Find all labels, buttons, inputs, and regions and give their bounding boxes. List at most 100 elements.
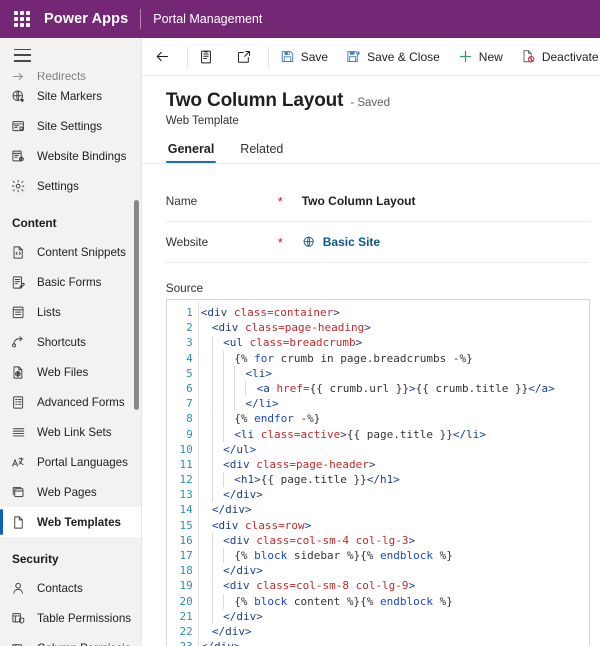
sidebar-item-web-templates[interactable]: Web Templates bbox=[0, 507, 141, 537]
sidebar-item-label: Basic Forms bbox=[37, 275, 102, 289]
editor-code-line: </div> bbox=[201, 487, 589, 503]
sidebar-item-redirects[interactable]: Redirects bbox=[0, 72, 141, 81]
save-button[interactable]: Save bbox=[271, 42, 337, 72]
lookup-value-link[interactable]: Basic Site bbox=[302, 235, 380, 249]
editor-line-number: 11 bbox=[179, 457, 193, 471]
editor-code-line: <div class=col-sm-4 col-lg-3> bbox=[201, 533, 589, 549]
editor-line-number: 19 bbox=[179, 579, 193, 593]
editor-line-number: 8 bbox=[186, 412, 193, 426]
sidebar-item-shortcuts[interactable]: Shortcuts bbox=[0, 327, 141, 357]
sidebar-item-contacts[interactable]: Contacts bbox=[0, 573, 141, 603]
sidebar-scroll-region: Redirects Site Markers Site Settings Websit… bbox=[0, 72, 141, 646]
command-label: Save & Close bbox=[367, 49, 440, 64]
editor-code-line: <h1>{{ page.title }}</h1> bbox=[201, 472, 589, 488]
person-icon bbox=[10, 580, 27, 597]
field-list: Name * Two Column Layout Website * Basic Site bbox=[165, 181, 590, 263]
language-icon bbox=[10, 454, 27, 471]
editor-code-line: {% endfor -%} bbox=[201, 411, 589, 427]
advanced-form-icon bbox=[10, 394, 27, 411]
editor-line-number: 14 bbox=[179, 503, 193, 517]
sidebar-item-web-link-sets[interactable]: Web Link Sets bbox=[0, 417, 141, 447]
sidebar-item-web-files[interactable]: Web Files bbox=[0, 357, 141, 387]
sidebar-item-basic-forms[interactable]: Basic Forms bbox=[0, 267, 141, 297]
editor-code-line: </div> bbox=[211, 624, 252, 638]
sidebar-item-table-permissions[interactable]: Table Permissions bbox=[0, 603, 141, 633]
sidebar-hamburger-row bbox=[0, 38, 141, 72]
sidebar-item-label: Column Permissio... bbox=[37, 642, 141, 646]
sidebar-item-label: Shortcuts bbox=[37, 335, 86, 349]
sidebar-item-advanced-forms[interactable]: Advanced Forms bbox=[0, 387, 141, 417]
table-permission-icon bbox=[10, 610, 27, 627]
text-field-value[interactable]: Two Column Layout bbox=[302, 194, 416, 208]
command-label: New bbox=[478, 49, 503, 64]
record-title-row: Two Column Layout - Saved bbox=[166, 90, 576, 112]
form-button[interactable] bbox=[190, 42, 228, 72]
editor-code-line: </div> bbox=[201, 563, 589, 579]
sidebar-item-site-markers[interactable]: Site Markers bbox=[0, 81, 141, 111]
back-arrow-button[interactable] bbox=[146, 42, 185, 72]
editor-code-line: </div> bbox=[211, 503, 252, 517]
editor-line-number: 15 bbox=[179, 518, 193, 532]
tab-related[interactable]: Related bbox=[238, 142, 285, 163]
editor-code-line: {% block sidebar %}{% endblock %} bbox=[201, 548, 589, 564]
editor-line-number: 20 bbox=[179, 594, 193, 608]
field-row-website: Website * Basic Site bbox=[165, 222, 590, 263]
deactivate-button[interactable]: Deactivate bbox=[512, 42, 600, 72]
sidebar-item-portal-languages[interactable]: Portal Languages bbox=[0, 447, 141, 477]
sidebar-item-settings[interactable]: Settings bbox=[0, 171, 141, 201]
body-wrapper: Redirects Site Markers Site Settings Websit… bbox=[0, 38, 600, 646]
sidebar-item-lists[interactable]: Lists bbox=[0, 297, 141, 327]
save-icon bbox=[280, 49, 295, 64]
sidebar-item-label: Contacts bbox=[37, 581, 83, 595]
editor-code-line: <ul class=breadcrumb> bbox=[201, 335, 589, 351]
sidebar-item-site-settings[interactable]: Site Settings bbox=[0, 111, 141, 141]
editor-code-line: </ul> bbox=[201, 441, 589, 457]
sidebar-item-label: Web Pages bbox=[37, 485, 97, 499]
form-scroll-region: Name * Two Column Layout Website * Basic Site… bbox=[142, 164, 600, 646]
editor-line-number: 21 bbox=[179, 609, 193, 623]
save-state-label: - Saved bbox=[350, 97, 390, 109]
sidebar-item-website-bindings[interactable]: Website Bindings bbox=[0, 141, 141, 171]
sidebar-item-content-snippets[interactable]: Content Snippets bbox=[0, 237, 141, 267]
editor-code-line: {% block content %}{% endblock %} bbox=[201, 593, 589, 609]
editor-code-line: <div class=container> bbox=[200, 306, 340, 319]
shortcut-icon bbox=[10, 334, 27, 351]
editor-line-number: 10 bbox=[179, 442, 193, 456]
sidebar-item-label: Web Files bbox=[37, 365, 89, 379]
command-label: Deactivate bbox=[541, 49, 599, 64]
sidebar-item-label: Table Permissions bbox=[37, 611, 132, 625]
editor-line-number: 5 bbox=[186, 366, 193, 380]
editor-code-line: <div class=page-heading> bbox=[211, 321, 371, 335]
tab-general[interactable]: General bbox=[165, 142, 217, 163]
editor-line-number: 16 bbox=[179, 533, 193, 547]
sidebar-item-label: Advanced Forms bbox=[37, 395, 125, 409]
app-launcher-icon[interactable] bbox=[12, 9, 32, 29]
sidebar-nav: Redirects Site Markers Site Settings Websit… bbox=[0, 38, 142, 646]
record-header: Two Column Layout - Saved Web Template bbox=[142, 76, 600, 127]
powerapps-brand[interactable]: Power Apps bbox=[44, 11, 128, 27]
sidebar-item-web-pages[interactable]: Web Pages bbox=[0, 477, 141, 507]
editor-code-line: <div class=row> bbox=[211, 518, 312, 532]
redirect-icon bbox=[10, 72, 27, 81]
globe-marker-icon bbox=[10, 88, 27, 105]
editor-line-number: 3 bbox=[186, 336, 193, 350]
editor-code-area[interactable]: <div class=container> <div class=page-hea… bbox=[199, 300, 589, 646]
editor-line-number: 12 bbox=[179, 473, 193, 487]
form-tabs: General Related bbox=[142, 142, 600, 163]
sidebar-item-column-permissio[interactable]: Column Permissio... bbox=[0, 633, 141, 646]
required-asterisk: * bbox=[277, 193, 283, 209]
app-name[interactable]: Portal Management bbox=[153, 12, 262, 26]
sidebar-item-label: Site Settings bbox=[37, 119, 103, 133]
popout-button[interactable] bbox=[228, 42, 266, 72]
globe-icon bbox=[302, 235, 316, 249]
command-separator bbox=[186, 46, 188, 67]
new-button[interactable]: New bbox=[449, 42, 512, 72]
editor-line-number: 9 bbox=[186, 427, 193, 441]
hamburger-menu-icon[interactable] bbox=[14, 48, 31, 62]
source-code-editor[interactable]: 1234567891011121314151617181920212223 <d… bbox=[165, 299, 590, 646]
sidebar-scrollbar-thumb[interactable] bbox=[133, 200, 139, 410]
editor-code-line: <li class=active>{{ page.title }}</li> bbox=[201, 426, 589, 442]
save-close-button[interactable]: Save & Close bbox=[337, 42, 449, 72]
entity-type-label: Web Template bbox=[165, 115, 239, 127]
back-arrow-icon bbox=[154, 48, 171, 65]
